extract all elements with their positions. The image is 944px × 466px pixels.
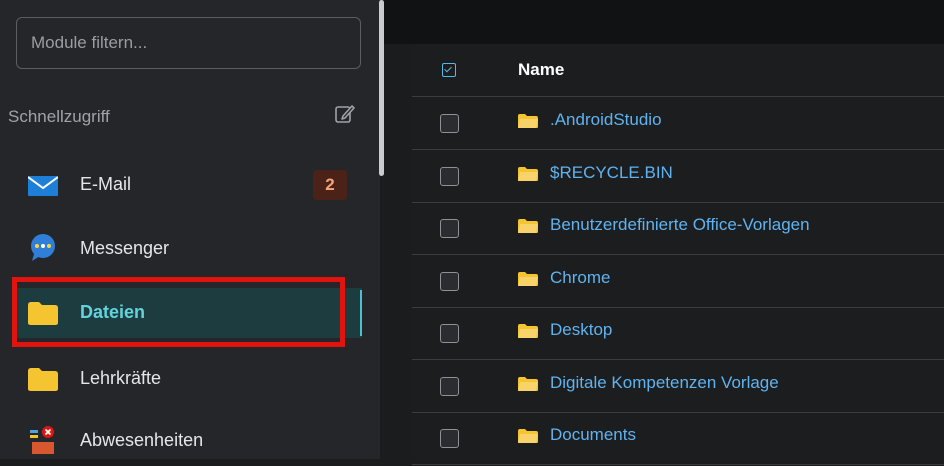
unread-count-badge: 2 bbox=[313, 170, 347, 200]
sidebar-item-label: Lehrkräfte bbox=[80, 368, 162, 388]
sidebar-item-messenger[interactable]: Messenger bbox=[12, 224, 362, 274]
active-indicator bbox=[360, 290, 362, 336]
absence-icon bbox=[30, 426, 54, 454]
file-list: Name .AndroidStudio $RECYCLE.BIN Benutzerd… bbox=[412, 44, 944, 465]
edit-icon[interactable] bbox=[334, 103, 356, 125]
row-checkbox[interactable] bbox=[440, 219, 459, 238]
folder-icon bbox=[28, 368, 58, 391]
table-row[interactable]: $RECYCLE.BIN bbox=[412, 150, 944, 203]
table-row[interactable]: Documents bbox=[412, 412, 944, 465]
file-name-link[interactable]: .AndroidStudio bbox=[550, 110, 662, 130]
sidebar-item-label: E-Mail bbox=[80, 174, 132, 194]
table-row[interactable]: .AndroidStudio bbox=[412, 97, 944, 150]
sidebar-item-email[interactable]: E-Mail bbox=[12, 160, 362, 210]
row-checkbox[interactable] bbox=[440, 271, 459, 291]
row-checkbox[interactable] bbox=[440, 429, 459, 448]
folder-icon bbox=[518, 428, 538, 444]
folder-icon bbox=[518, 376, 538, 392]
table-row[interactable]: Digitale Kompetenzen Vorlage bbox=[412, 360, 944, 413]
sidebar-item-files[interactable]: Dateien bbox=[12, 288, 362, 338]
table-row[interactable]: Chrome bbox=[412, 255, 944, 308]
sidebar-item-teachers[interactable]: Lehrkräfte bbox=[12, 354, 362, 404]
sidebar-item-label: Messenger bbox=[80, 238, 170, 258]
file-name-link[interactable]: Documents bbox=[550, 425, 636, 445]
toolbar-area bbox=[384, 0, 944, 44]
row-checkbox[interactable] bbox=[440, 166, 459, 186]
folder-icon bbox=[28, 302, 58, 325]
row-checkbox[interactable] bbox=[440, 324, 459, 343]
folder-icon bbox=[518, 271, 538, 287]
file-name-link[interactable]: $RECYCLE.BIN bbox=[550, 163, 673, 183]
folder-icon bbox=[518, 218, 538, 234]
sidebar: Schnellzugriff E-Mail 2 Messenger Dateie… bbox=[0, 0, 380, 459]
folder-icon bbox=[518, 113, 538, 129]
row-checkbox[interactable] bbox=[440, 376, 459, 396]
messenger-icon bbox=[31, 234, 55, 261]
mail-icon bbox=[28, 176, 58, 196]
table-header: Name bbox=[412, 44, 944, 97]
table-row[interactable]: Desktop bbox=[412, 307, 944, 360]
module-filter-input[interactable] bbox=[16, 17, 361, 69]
folder-icon bbox=[518, 166, 538, 182]
row-checkbox[interactable] bbox=[440, 114, 459, 133]
select-all-checkbox[interactable] bbox=[442, 63, 456, 77]
name-column-header[interactable]: Name bbox=[518, 60, 564, 80]
file-name-link[interactable]: Benutzerdefinierte Office-Vorlagen bbox=[550, 215, 810, 235]
sidebar-item-label: Dateien bbox=[80, 302, 146, 322]
quick-access-title: Schnellzugriff bbox=[8, 107, 110, 126]
file-name-link[interactable]: Digitale Kompetenzen Vorlage bbox=[550, 373, 779, 393]
folder-icon bbox=[518, 323, 538, 339]
file-name-link[interactable]: Desktop bbox=[550, 320, 612, 340]
file-name-link[interactable]: Chrome bbox=[550, 268, 610, 288]
table-row[interactable]: Benutzerdefinierte Office-Vorlagen bbox=[412, 202, 944, 255]
sidebar-item-label: Abwesenheiten bbox=[80, 430, 204, 450]
